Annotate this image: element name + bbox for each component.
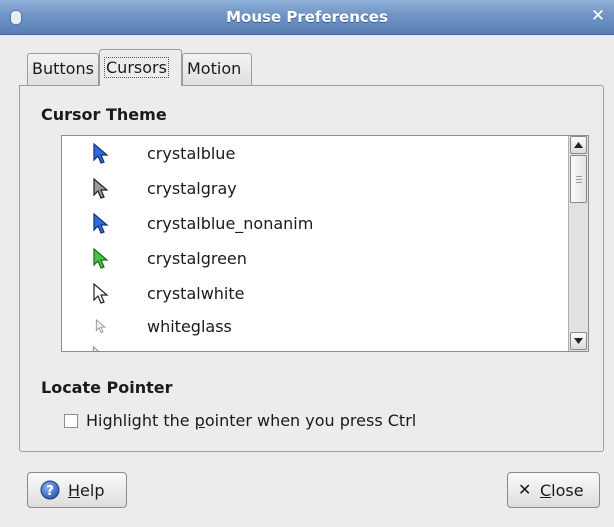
arrow-down-icon bbox=[574, 338, 583, 344]
list-item[interactable]: crystalgreen bbox=[62, 241, 568, 276]
locate-pointer-heading: Locate Pointer bbox=[41, 378, 173, 397]
close-button-label: Close bbox=[540, 481, 584, 500]
blue-cursor-icon bbox=[93, 213, 109, 234]
tab-buttons-label: Buttons bbox=[32, 59, 94, 78]
whiteglass-cursor-icon bbox=[95, 319, 107, 334]
tab-motion[interactable]: Motion bbox=[182, 53, 252, 85]
list-item[interactable]: crystalwhite bbox=[62, 276, 568, 311]
highlight-pointer-checkbox[interactable] bbox=[64, 414, 78, 428]
tab-cursors-label: Cursors bbox=[104, 57, 169, 78]
close-icon: ✕ bbox=[518, 480, 532, 499]
help-button[interactable]: ? Help bbox=[27, 472, 127, 508]
help-button-label: Help bbox=[68, 481, 105, 500]
theme-label: crystalblue bbox=[147, 144, 236, 163]
help-icon: ? bbox=[40, 480, 60, 500]
window-title: Mouse Preferences bbox=[226, 8, 388, 26]
white-cursor-icon bbox=[93, 283, 109, 304]
cursor-theme-heading: Cursor Theme bbox=[41, 105, 167, 124]
theme-label: crystalwhite bbox=[147, 284, 245, 303]
theme-label: crystalblue_nonanim bbox=[147, 214, 314, 233]
list-item[interactable]: crystalblue_nonanim bbox=[62, 206, 568, 241]
theme-label: whiteglass bbox=[147, 317, 232, 336]
svg-text:?: ? bbox=[46, 484, 54, 499]
list-item-partial[interactable] bbox=[62, 344, 568, 351]
highlight-pointer-label[interactable]: Highlight the pointer when you press Ctr… bbox=[86, 411, 416, 430]
scroll-down-button[interactable] bbox=[570, 332, 587, 350]
blue-cursor-icon bbox=[93, 143, 109, 164]
list-item[interactable]: crystalgray bbox=[62, 171, 568, 206]
green-cursor-icon bbox=[93, 248, 109, 269]
scroll-up-button[interactable] bbox=[570, 136, 587, 154]
tab-buttons[interactable]: Buttons bbox=[27, 53, 99, 85]
arrow-up-icon bbox=[574, 142, 583, 148]
title-bar[interactable]: Mouse Preferences ✕ bbox=[0, 0, 614, 35]
scrollbar-thumb[interactable] bbox=[570, 155, 587, 203]
cursor-theme-list[interactable]: crystalblue crystalgray crystalblue_nona… bbox=[61, 135, 589, 352]
tab-motion-label: Motion bbox=[187, 59, 242, 78]
vertical-scrollbar[interactable] bbox=[568, 136, 588, 351]
cursor-icon bbox=[92, 346, 99, 351]
theme-label: crystalgreen bbox=[147, 249, 247, 268]
list-item[interactable]: whiteglass bbox=[62, 309, 568, 344]
tab-cursors[interactable]: Cursors bbox=[99, 49, 182, 86]
close-button[interactable]: ✕ Close bbox=[507, 472, 600, 508]
list-item[interactable]: crystalblue bbox=[62, 136, 568, 171]
gray-cursor-icon bbox=[93, 178, 109, 199]
theme-label: crystalgray bbox=[147, 179, 237, 198]
window-close-icon[interactable]: ✕ bbox=[588, 6, 608, 26]
